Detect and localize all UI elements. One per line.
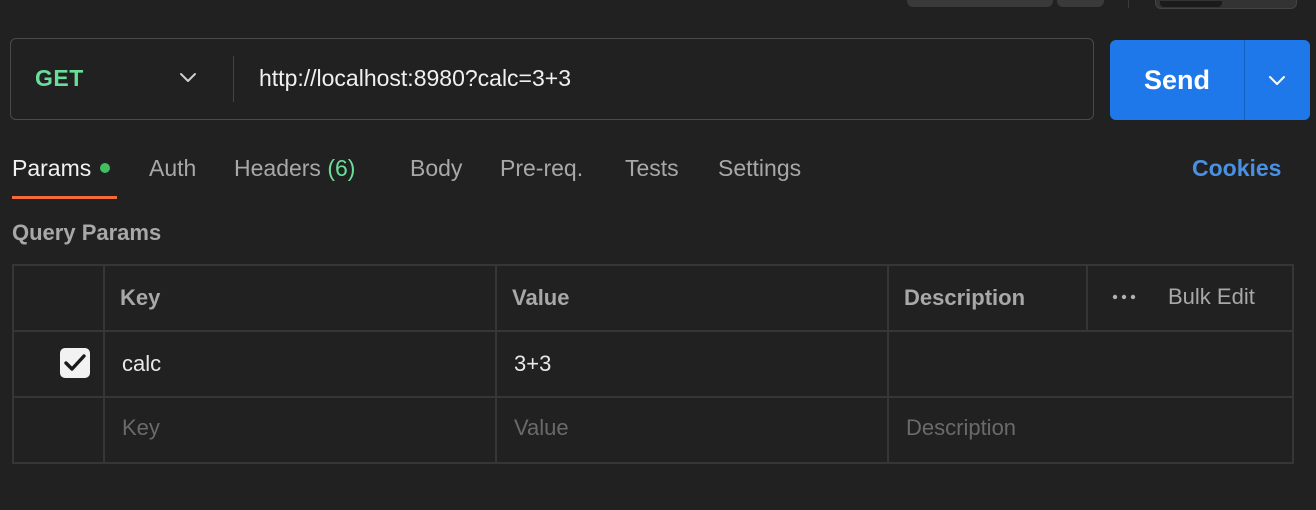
- new-param-description-input[interactable]: Description: [906, 396, 1016, 460]
- chevron-down-icon[interactable]: [1266, 69, 1288, 91]
- tab-label: Body: [410, 155, 463, 181]
- new-param-key-input[interactable]: Key: [122, 396, 160, 460]
- send-button[interactable]: Send: [1110, 40, 1244, 120]
- tab-label: Auth: [149, 155, 197, 181]
- chevron-down-icon[interactable]: [177, 66, 199, 88]
- column-header-description: Description: [904, 285, 1026, 310]
- param-enabled-checkbox[interactable]: [60, 348, 90, 378]
- checkmark-icon: [64, 354, 86, 371]
- table-row-divider: [14, 396, 1292, 398]
- table-column-divider: [495, 266, 497, 462]
- top-toolbar-control[interactable]: [907, 0, 1053, 7]
- table-column-divider: [1086, 266, 1088, 330]
- tab-label: Pre-req.: [500, 155, 584, 181]
- section-title: Query Params: [12, 220, 162, 245]
- tab-tests[interactable]: Tests: [625, 150, 679, 186]
- param-value-cell[interactable]: 3+3: [514, 332, 551, 396]
- cookies-link[interactable]: Cookies: [1192, 150, 1281, 186]
- request-url-bar: GET http://localhost:8980?calc=3+3: [10, 38, 1094, 120]
- table-column-divider: [103, 266, 105, 462]
- tab-label: Settings: [718, 155, 802, 181]
- tab-label: Headers: [234, 155, 321, 181]
- params-indicator-dot: [100, 162, 111, 173]
- tab-label: Tests: [625, 155, 679, 181]
- table-column-divider: [887, 266, 889, 462]
- send-split-divider: [1244, 40, 1245, 120]
- table-row-divider: [14, 330, 1292, 332]
- tab-pre-request[interactable]: Pre-req.: [500, 150, 583, 186]
- url-divider: [233, 56, 234, 102]
- more-horizontal-icon[interactable]: [1111, 291, 1137, 303]
- query-params-table: Key Value Description Bulk Edit calc 3+3…: [12, 264, 1294, 464]
- top-toolbar-button[interactable]: [1057, 0, 1104, 7]
- tab-label: Params: [12, 155, 92, 181]
- bulk-edit-button[interactable]: Bulk Edit: [1168, 266, 1255, 328]
- url-input[interactable]: http://localhost:8980?calc=3+3: [259, 39, 571, 118]
- http-method-selector[interactable]: GET: [35, 39, 84, 118]
- tab-auth[interactable]: Auth: [149, 150, 196, 186]
- tab-headers[interactable]: Headers (6): [234, 150, 355, 186]
- column-header-key: Key: [120, 285, 161, 310]
- param-key-cell[interactable]: calc: [122, 332, 161, 396]
- toolbar-divider: [1128, 0, 1129, 8]
- environment-selector[interactable]: [1155, 0, 1297, 9]
- tab-body[interactable]: Body: [410, 150, 462, 186]
- column-header-value: Value: [512, 285, 570, 310]
- send-button-group: Send: [1110, 40, 1310, 120]
- tab-params[interactable]: Params: [12, 150, 111, 186]
- active-tab-underline: [12, 196, 117, 199]
- new-param-value-input[interactable]: Value: [514, 396, 569, 460]
- tab-settings[interactable]: Settings: [718, 150, 801, 186]
- headers-count: (6): [327, 155, 356, 181]
